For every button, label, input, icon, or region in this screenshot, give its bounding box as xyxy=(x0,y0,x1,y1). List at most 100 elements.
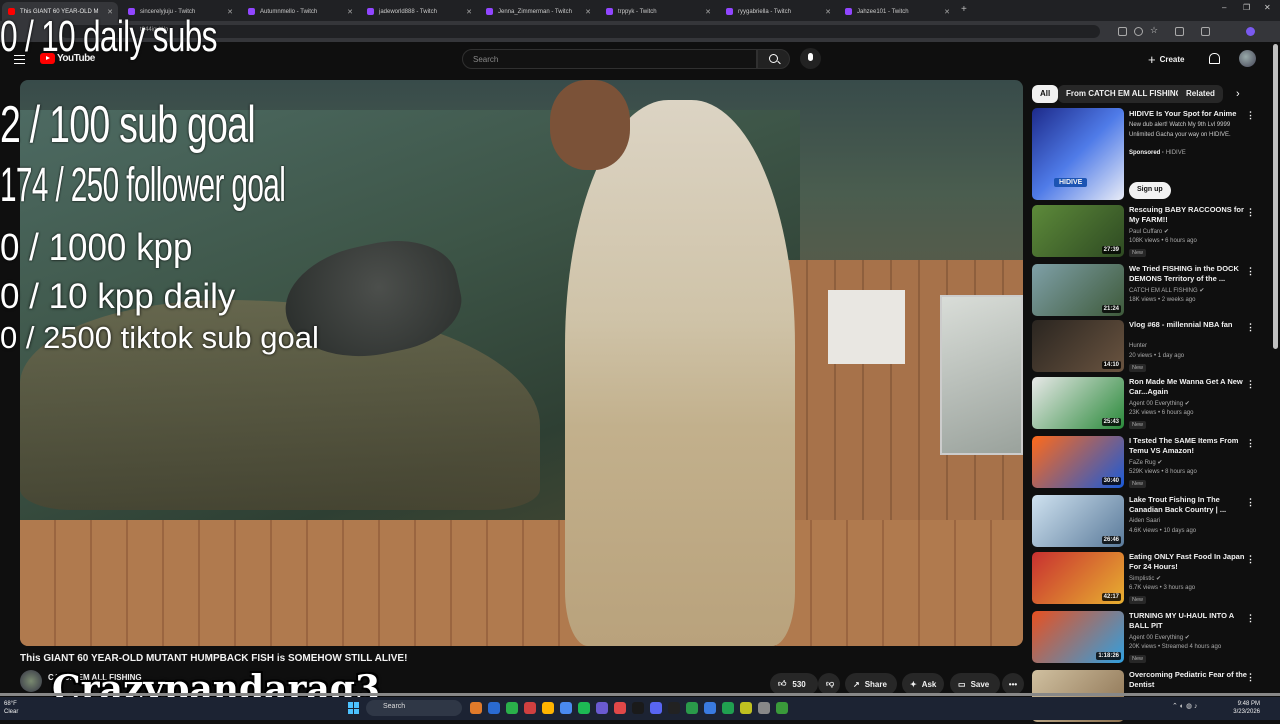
recommendation-item[interactable]: 1:18:26 TURNING MY U-HAUL INTO A BALL PIT… xyxy=(1032,611,1272,665)
video-thumbnail[interactable]: 30:40 xyxy=(1032,436,1124,488)
recommendation-channel[interactable]: Agent 00 Everything ✔ xyxy=(1129,634,1190,641)
more-icon[interactable]: ⋮ xyxy=(1246,322,1255,333)
recommendation-channel[interactable]: CATCH EM ALL FISHING ✔ xyxy=(1129,287,1204,294)
recommendation-title[interactable]: I Tested The SAME Items From Temu VS Ama… xyxy=(1129,436,1247,456)
close-icon[interactable]: ✕ xyxy=(585,8,591,16)
taskbar-app-icon[interactable] xyxy=(542,702,554,714)
recommendation-channel[interactable]: Agent 00 Everything ✔ xyxy=(1129,400,1190,407)
video-thumbnail[interactable]: 26:46 xyxy=(1032,495,1124,547)
chip-related[interactable]: Related xyxy=(1178,85,1223,103)
recommendation-title[interactable]: Lake Trout Fishing In The Canadian Back … xyxy=(1129,495,1247,515)
restore-button[interactable]: ❐ xyxy=(1243,3,1250,12)
more-icon[interactable]: ⋮ xyxy=(1246,379,1255,390)
taskbar-app-icon[interactable] xyxy=(578,702,590,714)
save-button[interactable]: ▭ Save xyxy=(950,673,1000,695)
more-icon[interactable]: ⋮ xyxy=(1246,554,1255,565)
taskbar-app-icon[interactable] xyxy=(776,702,788,714)
taskbar-search[interactable]: Search xyxy=(366,700,462,716)
taskbar-app-icon[interactable] xyxy=(686,702,698,714)
video-thumbnail[interactable]: 25:43 xyxy=(1032,377,1124,429)
video-thumbnail[interactable]: 27:39 xyxy=(1032,205,1124,257)
system-tray[interactable]: ⌃ ◐ ◍ ♪ xyxy=(1172,702,1198,710)
ad-menu-icon[interactable]: ⋮ xyxy=(1246,110,1255,121)
extensions-icon[interactable] xyxy=(1175,27,1184,36)
close-icon[interactable]: ✕ xyxy=(466,8,472,16)
more-actions-button[interactable]: ••• xyxy=(1002,673,1024,695)
browser-tab[interactable]: Autumnmello - Twitch ✕ xyxy=(242,2,358,21)
recommendation-channel[interactable]: Paul Cuffaro ✔ xyxy=(1129,228,1169,235)
close-icon[interactable]: ✕ xyxy=(825,8,831,16)
cast-icon[interactable] xyxy=(1118,27,1127,36)
recommendation-item[interactable]: 14:10 Vlog #68 - millennial NBA fan Hunter… xyxy=(1032,320,1272,374)
close-window-button[interactable]: ✕ xyxy=(1264,3,1271,12)
taskbar-app-icon[interactable] xyxy=(758,702,770,714)
recommendation-channel[interactable]: Hunter xyxy=(1129,343,1147,349)
notifications-bell-icon[interactable] xyxy=(1209,53,1220,64)
recommendation-item[interactable]: 25:43 Ron Made Me Wanna Get A New Car...A… xyxy=(1032,377,1272,431)
taskbar-app-icon[interactable] xyxy=(722,702,734,714)
taskbar-app-icon[interactable] xyxy=(740,702,752,714)
zoom-icon[interactable] xyxy=(1134,27,1143,36)
video-thumbnail[interactable]: 42:17 xyxy=(1032,552,1124,604)
video-thumbnail[interactable]: 14:10 xyxy=(1032,320,1124,372)
taskbar-app-icon[interactable] xyxy=(632,702,644,714)
page-scrollbar[interactable] xyxy=(1273,44,1278,349)
recommendation-title[interactable]: Vlog #68 - millennial NBA fan xyxy=(1129,320,1247,330)
close-icon[interactable]: ✕ xyxy=(227,8,233,16)
bookmark-star-icon[interactable]: ☆ xyxy=(1150,25,1159,35)
search-button[interactable] xyxy=(757,49,790,69)
more-icon[interactable]: ⋮ xyxy=(1246,613,1255,624)
weather-widget[interactable]: 68°F Clear xyxy=(4,700,18,716)
account-avatar[interactable] xyxy=(1239,50,1256,67)
browser-tab[interactable]: ryygabriella - Twitch ✕ xyxy=(720,2,836,21)
voice-search-icon[interactable] xyxy=(800,48,821,69)
like-button[interactable]: 👍︎ 530 xyxy=(770,673,818,695)
ad-thumbnail[interactable]: HIDIVE xyxy=(1032,108,1124,200)
recommendation-item[interactable]: 26:46 Lake Trout Fishing In The Canadian … xyxy=(1032,495,1272,549)
recommendation-title[interactable]: Overcoming Pediatric Fear of the Dentist xyxy=(1129,670,1247,690)
browser-tab[interactable]: Jahzee101 - Twitch ✕ xyxy=(839,2,955,21)
taskbar-app-icon[interactable] xyxy=(614,702,626,714)
recommendation-item[interactable]: 21:24 We Tried FISHING in the DOCK DEMONS… xyxy=(1032,264,1272,318)
taskbar-app-icon[interactable] xyxy=(668,702,680,714)
taskbar-app-icon[interactable] xyxy=(524,702,536,714)
profile-icon[interactable] xyxy=(1246,27,1255,36)
recommendation-title[interactable]: TURNING MY U-HAUL INTO A BALL PIT xyxy=(1129,611,1247,631)
ad-title[interactable]: HIDIVE Is Your Spot for Anime xyxy=(1129,109,1241,118)
browser-tab[interactable]: Jenna_Zimmerman - Twitch ✕ xyxy=(480,2,596,21)
recommendation-title[interactable]: Ron Made Me Wanna Get A New Car...Again xyxy=(1129,377,1247,397)
split-view-icon[interactable] xyxy=(1201,27,1210,36)
share-button[interactable]: ↗ Share xyxy=(845,673,897,695)
close-icon[interactable]: ✕ xyxy=(347,8,353,16)
taskbar-app-icon[interactable] xyxy=(650,702,662,714)
close-icon[interactable]: ✕ xyxy=(705,8,711,16)
channel-avatar[interactable] xyxy=(20,670,42,692)
create-button[interactable]: + Create xyxy=(1148,50,1185,68)
chip-from-channel[interactable]: From CATCH EM ALL FISHING xyxy=(1058,85,1190,103)
taskbar-app-icon[interactable] xyxy=(506,702,518,714)
more-icon[interactable]: ⋮ xyxy=(1246,438,1255,449)
more-icon[interactable]: ⋮ xyxy=(1246,266,1255,277)
search-input[interactable]: Search xyxy=(462,49,757,69)
chevron-right-icon[interactable]: › xyxy=(1236,88,1240,100)
chip-all[interactable]: All xyxy=(1032,85,1059,103)
taskbar-app-icon[interactable] xyxy=(704,702,716,714)
windows-start-icon[interactable] xyxy=(348,702,360,714)
taskbar-clock[interactable]: 9:48 PM 3/23/2026 xyxy=(1224,700,1260,716)
recommendation-title[interactable]: We Tried FISHING in the DOCK DEMONS Terr… xyxy=(1129,264,1247,284)
recommendation-item[interactable]: 30:40 I Tested The SAME Items From Temu V… xyxy=(1032,436,1272,490)
taskbar-app-icon[interactable] xyxy=(596,702,608,714)
taskbar-app-icon[interactable] xyxy=(470,702,482,714)
more-icon[interactable]: ⋮ xyxy=(1246,497,1255,508)
close-icon[interactable]: ✕ xyxy=(944,8,950,16)
browser-tab[interactable]: jadeworld888 - Twitch ✕ xyxy=(361,2,477,21)
more-icon[interactable]: ⋮ xyxy=(1246,672,1255,683)
recommendation-channel[interactable]: Simplistic ✔ xyxy=(1129,575,1161,582)
recommendation-item[interactable]: 42:17 Eating ONLY Fast Food In Japan For … xyxy=(1032,552,1272,606)
more-icon[interactable]: ⋮ xyxy=(1246,207,1255,218)
taskbar-app-icon[interactable] xyxy=(488,702,500,714)
video-thumbnail[interactable]: 1:18:26 xyxy=(1032,611,1124,663)
video-thumbnail[interactable]: 21:24 xyxy=(1032,264,1124,316)
dislike-button[interactable]: 👎︎ xyxy=(818,673,840,695)
recommendation-title[interactable]: Rescuing BABY RACCOONS for My FARM!! xyxy=(1129,205,1247,225)
